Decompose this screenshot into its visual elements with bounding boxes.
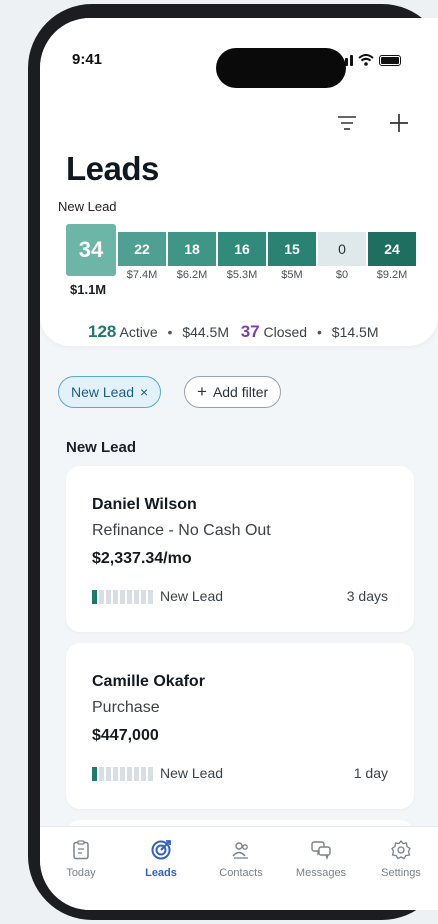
pipeline-summary: 128 Active • $44.5M 37 Closed • $14.5M <box>88 322 378 342</box>
selected-stage-label: New Lead <box>58 199 117 214</box>
separator: • <box>167 324 173 340</box>
stage-amount-2: $7.4M <box>126 269 158 281</box>
stage-amount-new-lead: $1.1M <box>70 282 107 297</box>
tab-settings[interactable]: Settings <box>366 839 436 879</box>
dynamic-island <box>216 48 346 88</box>
closed-amount: $14.5M <box>331 324 379 340</box>
page-title: Leads <box>66 150 159 187</box>
lead-loan-type: Purchase <box>92 699 160 716</box>
add-filter-button[interactable]: + Add filter <box>184 376 282 408</box>
stage-segment-new-lead[interactable]: 34 <box>66 224 116 276</box>
stage-segment-4[interactable]: 16 <box>218 232 266 266</box>
lead-amount: $447,000 <box>92 727 159 744</box>
stage-amount-5: $5M <box>281 269 303 281</box>
lead-stage: New Lead <box>160 588 224 604</box>
filter-chip-new-lead[interactable]: New Lead × <box>58 376 162 408</box>
stage-amount-4: $5.3M <box>226 269 258 281</box>
tab-leads[interactable]: Leads <box>126 839 196 879</box>
contacts-icon <box>232 842 248 859</box>
tab-label: Contacts <box>219 867 263 879</box>
add-lead-icon[interactable] <box>388 112 410 134</box>
target-icon <box>151 840 171 860</box>
lead-amount: $2,337.34/mo <box>92 550 192 567</box>
lead-name: Daniel Wilson <box>92 496 197 513</box>
section-heading: New Lead <box>66 439 137 456</box>
tab-label: Today <box>66 867 96 879</box>
stage-amount-6: $0 <box>335 269 349 281</box>
stage-segment-3[interactable]: 18 <box>168 232 216 266</box>
separator: • <box>316 324 322 340</box>
tab-bar: Today Leads Contacts Messages Settings <box>40 826 438 910</box>
lead-loan-type: Refinance - No Cash Out <box>92 522 271 539</box>
stage-segment-5[interactable]: 15 <box>268 232 316 266</box>
stage-segment-6[interactable]: 0 <box>318 232 366 266</box>
active-amount: $44.5M <box>182 324 230 340</box>
stage-amount-7: $9.2M <box>376 269 408 281</box>
lead-progress-bar <box>92 767 153 781</box>
app-screen: 9:41 Leads New Lead 34 22 18 16 15 0 24 … <box>40 18 438 910</box>
lead-card[interactable]: Camille Okafor Purchase $447,000 New Lea… <box>66 643 414 809</box>
tab-label: Messages <box>295 867 347 879</box>
gear-icon <box>391 839 411 860</box>
stage-segment-7[interactable]: 24 <box>368 232 416 266</box>
status-time: 9:41 <box>72 51 103 68</box>
lead-card[interactable]: Daniel Wilson Refinance - No Cash Out $2… <box>66 466 414 632</box>
active-label: Active <box>119 324 158 340</box>
closed-count: 37 <box>240 322 260 341</box>
stage-segment-2[interactable]: 22 <box>118 232 166 266</box>
remove-filter-icon[interactable]: × <box>140 384 148 400</box>
pipeline-stage-bar: 34 22 18 16 15 0 24 $1.1M $7.4M $6.2M $5… <box>66 224 424 297</box>
tab-contacts[interactable]: Contacts <box>206 839 276 879</box>
clipboard-icon <box>73 840 89 860</box>
lead-name: Camille Okafor <box>92 673 205 690</box>
wifi-icon <box>357 54 374 66</box>
tab-today[interactable]: Today <box>46 839 116 879</box>
stage-amount-3: $6.2M <box>176 269 208 281</box>
filter-icon[interactable] <box>336 114 358 132</box>
tab-label: Leads <box>145 867 177 879</box>
active-count: 128 <box>88 322 117 341</box>
tab-messages[interactable]: Messages <box>286 839 356 879</box>
lead-age: 3 days <box>346 588 388 604</box>
messages-icon <box>311 841 331 861</box>
battery-icon <box>378 54 401 66</box>
lead-stage: New Lead <box>160 765 224 781</box>
lead-progress-bar <box>92 590 153 604</box>
plus-icon: + <box>197 382 207 401</box>
filter-chip-label: New Lead <box>71 384 135 400</box>
tab-label: Settings <box>381 867 421 879</box>
lead-age: 1 day <box>353 765 388 781</box>
add-filter-label: Add filter <box>212 384 269 400</box>
closed-label: Closed <box>263 324 308 340</box>
